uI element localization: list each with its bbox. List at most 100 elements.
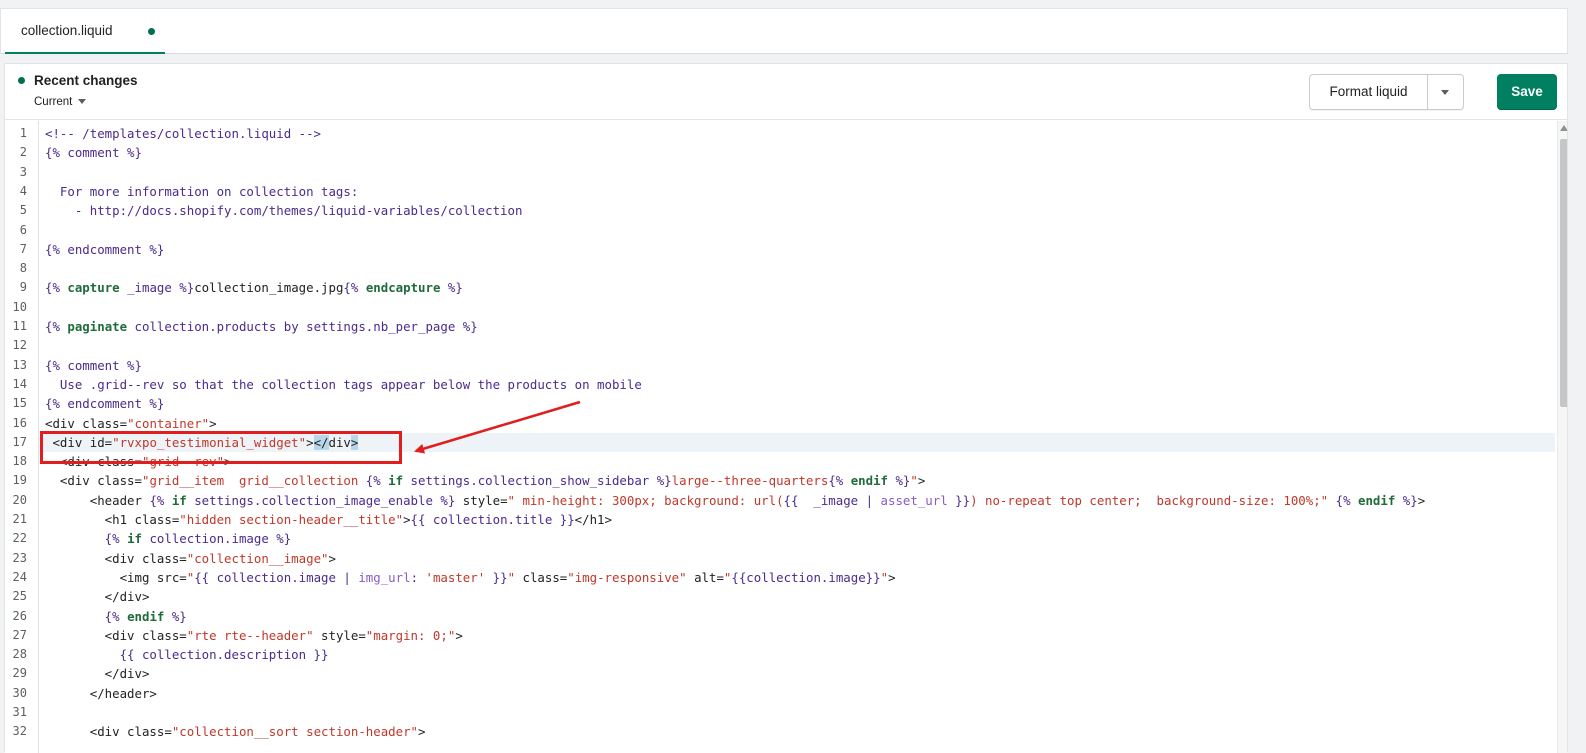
code-line[interactable]: {% endcomment %} xyxy=(45,240,164,259)
code-token: {% endcomment %} xyxy=(45,241,165,257)
code-line[interactable]: </div> xyxy=(45,664,150,683)
line-number: 11 xyxy=(12,319,27,333)
code-token: endcapture xyxy=(365,280,441,296)
code-token: asset_url xyxy=(880,492,948,508)
code-token: <div class= xyxy=(45,550,187,566)
code-token: {{collection.image}} xyxy=(731,569,881,585)
code-token: %} xyxy=(888,473,911,489)
code-token: {% xyxy=(45,608,128,624)
save-button[interactable]: Save xyxy=(1497,74,1557,110)
code-token: {{ collection.title }} xyxy=(410,512,575,527)
code-token: %} xyxy=(440,280,463,296)
code-line[interactable]: {% paginate collection.products by setti… xyxy=(45,317,478,336)
code-token: <h1 class= xyxy=(45,512,180,527)
chevron-down-icon xyxy=(78,99,87,105)
code-token: > xyxy=(455,627,463,643)
code-token: " xyxy=(910,473,918,489)
line-number: 32 xyxy=(12,724,27,739)
code-token: <header xyxy=(45,492,150,508)
code-line[interactable]: <header {% if settings.collection_image_… xyxy=(45,491,1425,510)
code-token: paginate xyxy=(67,319,128,334)
format-liquid-button[interactable]: Format liquid xyxy=(1310,75,1428,109)
code-line[interactable]: {% comment %} xyxy=(45,143,142,162)
line-number: 5 xyxy=(19,203,27,218)
code-token: " min-height: 300px; background: url( xyxy=(507,492,784,508)
code-line[interactable]: <div class="collection__sort section-hea… xyxy=(45,722,426,741)
code-token: </h1> xyxy=(574,512,612,527)
line-number: 14 xyxy=(12,376,27,391)
editor-panel: Recent changes Current Format liquid Sav… xyxy=(4,63,1568,753)
code-token: if xyxy=(127,531,142,547)
code-token: > xyxy=(209,415,217,431)
code-editor-app: collection.liquid Recent changes Current… xyxy=(0,0,1586,753)
code-token: %} xyxy=(1395,492,1418,508)
code-token: <div class= xyxy=(45,415,128,431)
code-line[interactable]: Use .grid--rev so that the collection ta… xyxy=(45,375,642,394)
code-line[interactable]: {% endcomment %} xyxy=(45,394,164,413)
code-token: <div class= xyxy=(45,627,187,643)
line-number: 17 xyxy=(12,434,27,449)
line-number: 8 xyxy=(19,261,27,276)
code-token: - http://docs.shopify.com/themes/liquid-… xyxy=(45,203,523,219)
file-tab-bar: collection.liquid xyxy=(0,8,1568,54)
format-options-dropdown[interactable] xyxy=(1428,75,1463,109)
code-line[interactable]: <img src= " {{ collection.image | img_url:… xyxy=(45,568,896,587)
code-line[interactable]: <div class="collection__image"> xyxy=(45,549,336,568)
code-token: class= xyxy=(515,569,568,585)
code-token: {% xyxy=(365,473,389,489)
line-number: 28 xyxy=(12,647,27,662)
code-line[interactable]: <!-- /templates/collection.liquid --> xyxy=(45,124,321,143)
code-line[interactable]: {% if collection.image %} xyxy=(45,529,292,548)
code-token: settings.collection_image_enable %} xyxy=(186,492,456,508)
code-token: endif xyxy=(1358,492,1396,508)
scroll-up-arrow-icon[interactable] xyxy=(1560,125,1567,131)
code-token: {% comment %} xyxy=(45,145,142,161)
scrollbar-thumb[interactable] xyxy=(1560,139,1567,407)
code-token: collection.image %} xyxy=(141,531,292,547)
code-line[interactable]: </header> xyxy=(45,684,157,703)
code-token: }} xyxy=(947,492,971,508)
code-token: > xyxy=(328,550,336,566)
line-number: 24 xyxy=(12,569,27,584)
code-token: "hidden section-header__title" xyxy=(179,512,404,527)
code-line[interactable]: </div> xyxy=(45,587,150,606)
code-token: settings.collection_show_sidebar %} xyxy=(403,473,672,489)
code-line[interactable]: For more information on collection tags: xyxy=(45,182,358,201)
code-line[interactable]: <div class="rte rte--header" style="marg… xyxy=(45,626,463,645)
code-line[interactable]: - http://docs.shopify.com/themes/liquid-… xyxy=(45,201,523,220)
line-number: 21 xyxy=(12,512,27,526)
line-number: 30 xyxy=(12,685,27,700)
line-number: 26 xyxy=(12,608,27,623)
code-token: img_url xyxy=(358,569,411,585)
code-token: capture xyxy=(67,280,120,296)
code-token: if xyxy=(171,492,187,508)
code-token: {% xyxy=(45,280,68,296)
recent-changes-title: Recent changes xyxy=(34,73,138,88)
code-token: ) no-repeat top center; background-size:… xyxy=(970,492,1329,508)
code-line[interactable]: <div class="container"> xyxy=(45,414,217,433)
code-token: > xyxy=(917,473,926,489)
line-number: 18 xyxy=(12,454,27,469)
line-number: 19 xyxy=(12,473,27,488)
code-token: {% xyxy=(45,531,128,547)
code-token: "container" xyxy=(127,415,210,431)
tab-collection-liquid[interactable]: collection.liquid xyxy=(5,9,165,54)
format-liquid-group: Format liquid xyxy=(1309,74,1464,110)
code-token: </div> xyxy=(45,589,150,605)
code-token: %} xyxy=(164,608,187,624)
code-line[interactable]: {% endif %} xyxy=(45,607,187,626)
version-selector[interactable]: Current xyxy=(34,96,87,108)
code-line[interactable]: {% capture _image %}collection_image.jpg… xyxy=(45,278,463,297)
vertical-scrollbar[interactable] xyxy=(1557,121,1567,753)
code-token: </header> xyxy=(45,685,157,701)
code-token: <div class= xyxy=(45,473,142,489)
code-token: {% xyxy=(45,319,68,334)
line-number: 15 xyxy=(12,396,27,411)
code-token: > xyxy=(1417,492,1426,508)
code-line[interactable]: {% comment %} xyxy=(45,356,142,375)
code-line[interactable]: <h1 class="hidden section-header__title"… xyxy=(45,510,612,529)
code-token: For more information on collection tags: xyxy=(45,183,359,199)
code-line[interactable]: {{ collection.description }} xyxy=(45,645,329,664)
code-token: </div> xyxy=(45,666,150,682)
code-line[interactable]: <div class="grid__item grid__collection … xyxy=(45,471,925,490)
